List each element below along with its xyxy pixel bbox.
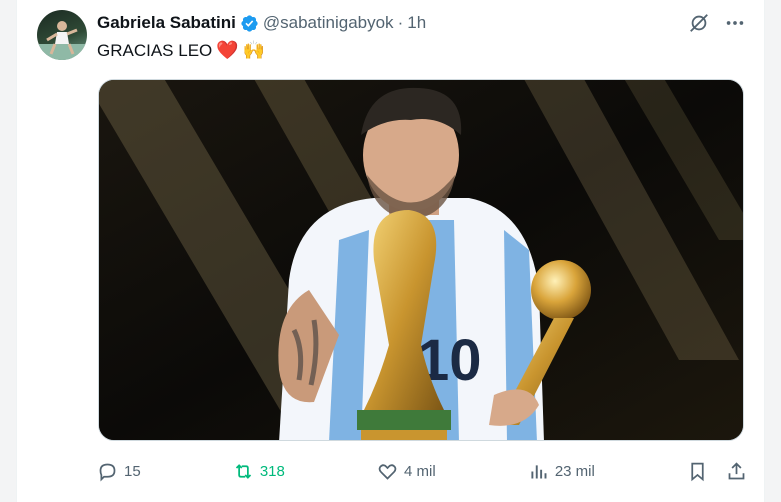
reply-count: 15	[124, 462, 141, 480]
retweet-count: 318	[259, 462, 285, 480]
tweet-card[interactable]: Gabriela Sabatini @sabatinigabyok · 1h G…	[16, 0, 765, 502]
grok-icon[interactable]	[688, 12, 710, 34]
like-button[interactable]: 4 mil	[377, 461, 436, 482]
views-icon	[531, 464, 547, 478]
tweet-text-content: GRACIAS LEO	[97, 40, 213, 60]
like-icon	[378, 463, 397, 480]
more-icon[interactable]	[724, 12, 746, 34]
right-actions	[687, 461, 747, 482]
author-handle[interactable]: @sabatinigabyok	[263, 13, 394, 33]
tweet-time[interactable]: 1h	[407, 13, 426, 33]
share-icon	[728, 461, 745, 479]
views-button[interactable]: 23 mil	[528, 461, 595, 482]
separator-dot: ·	[397, 13, 404, 32]
share-button[interactable]	[726, 461, 747, 482]
bookmark-button[interactable]	[687, 461, 708, 482]
heart-emoji: ❤️	[216, 40, 239, 61]
author-avatar[interactable]	[37, 10, 87, 60]
tweet-header: Gabriela Sabatini @sabatinigabyok · 1h	[97, 12, 426, 34]
like-count: 4 mil	[404, 462, 436, 480]
retweet-button[interactable]: 318	[233, 461, 285, 482]
tweet-actions: 15 318 4 mil 23 mil	[97, 458, 747, 484]
author-name[interactable]: Gabriela Sabatini	[97, 13, 236, 33]
tweet-text: GRACIAS LEO ❤️ 🙌	[97, 40, 265, 61]
verified-badge-icon	[240, 14, 259, 33]
reply-icon	[99, 463, 116, 481]
bookmark-icon	[691, 462, 704, 481]
raised-hands-emoji: 🙌	[242, 40, 266, 61]
top-actions	[688, 12, 746, 34]
reply-button[interactable]: 15	[97, 461, 141, 482]
tweet-photo[interactable]: 10	[98, 79, 744, 441]
retweet-icon	[235, 463, 251, 479]
views-count: 23 mil	[554, 462, 595, 480]
